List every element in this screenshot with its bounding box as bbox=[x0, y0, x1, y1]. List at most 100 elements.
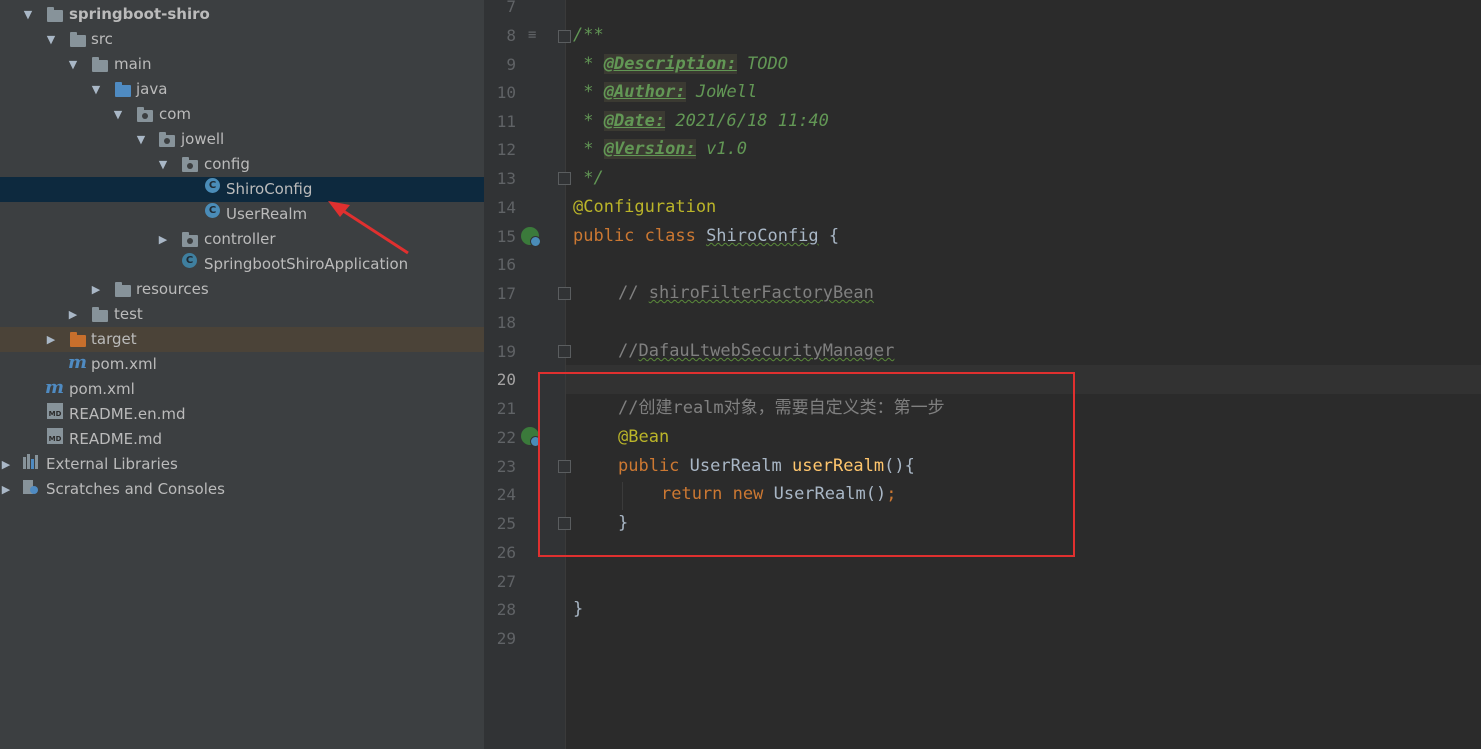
tree-item-pom-xml-src[interactable]: m pom.xml bbox=[0, 352, 484, 377]
code-line-19: //DafauLtwebSecurityManager bbox=[618, 337, 894, 366]
expand-arrow-icon[interactable]: ▼ bbox=[45, 27, 57, 52]
tree-item-scratches[interactable]: ▶ Scratches and Consoles bbox=[0, 477, 484, 502]
doc-tag: @Author: bbox=[603, 82, 686, 102]
tree-item-springboot-shiro[interactable]: ▼ springboot-shiro bbox=[0, 2, 484, 27]
tree-item-label: main bbox=[114, 55, 152, 73]
doc-star: * bbox=[573, 54, 604, 74]
collapse-arrow-icon[interactable]: ▶ bbox=[67, 302, 79, 327]
doc-star: * bbox=[573, 82, 604, 102]
doc-tag: @Version: bbox=[603, 139, 696, 159]
code-line-13: */ bbox=[573, 168, 604, 188]
tree-item-label: README.en.md bbox=[69, 405, 186, 423]
tree-item-pom-xml[interactable]: m pom.xml bbox=[0, 377, 484, 402]
class-icon: C bbox=[205, 178, 220, 193]
spring-bean-icon[interactable] bbox=[521, 427, 541, 447]
resources-folder-icon bbox=[115, 282, 131, 297]
comment-text: shiroFilterFactoryBean bbox=[648, 283, 874, 303]
line-number: 8 bbox=[506, 26, 516, 45]
comment-text: DafauLtwebSecurityManager bbox=[638, 341, 895, 361]
tree-item-readme[interactable]: MD README.md bbox=[0, 427, 484, 452]
tree-item-target[interactable]: ▶ target bbox=[0, 327, 484, 352]
tree-item-label: resources bbox=[136, 280, 209, 298]
code-line-12: * @Version: v1.0 bbox=[573, 135, 747, 164]
fold-icon[interactable] bbox=[558, 287, 571, 300]
line-number: 19 bbox=[496, 342, 516, 361]
collapse-arrow-icon[interactable]: ▶ bbox=[0, 477, 12, 502]
fold-icon[interactable] bbox=[558, 172, 571, 185]
tree-item-resources[interactable]: ▶ resources bbox=[0, 277, 484, 302]
doc-tag: @Description: bbox=[603, 54, 737, 74]
class-name: ShiroConfig bbox=[706, 226, 819, 246]
code-line-9: * @Description: TODO bbox=[573, 50, 788, 79]
collapse-arrow-icon[interactable]: ▶ bbox=[157, 227, 169, 252]
fold-icon[interactable] bbox=[558, 30, 571, 43]
expand-arrow-icon[interactable]: ▼ bbox=[22, 2, 34, 27]
line-number: 16 bbox=[496, 255, 516, 274]
maven-icon: m bbox=[45, 377, 65, 398]
tree-item-test[interactable]: ▶ test bbox=[0, 302, 484, 327]
tree-item-readme-en[interactable]: MD README.en.md bbox=[0, 402, 484, 427]
code-line-15: public class ShiroConfig { bbox=[573, 222, 839, 251]
line-number: 11 bbox=[496, 112, 516, 131]
spring-boot-class-icon: C bbox=[182, 253, 197, 268]
tree-item-com[interactable]: ▼ com bbox=[0, 102, 484, 127]
line-number: 25 bbox=[496, 514, 516, 533]
doc-value: TODO bbox=[736, 54, 788, 74]
line-number: 26 bbox=[496, 543, 516, 562]
scratches-icon bbox=[23, 478, 41, 494]
tree-item-external-libraries[interactable]: ▶ External Libraries bbox=[0, 452, 484, 477]
spring-bean-icon[interactable] bbox=[521, 227, 541, 247]
source-folder-icon bbox=[115, 82, 131, 97]
code-line-28: } bbox=[573, 599, 584, 619]
doc-value: JoWell bbox=[685, 82, 758, 102]
line-number: 15 bbox=[496, 227, 516, 246]
expand-arrow-icon[interactable]: ▼ bbox=[90, 77, 102, 102]
line-number: 13 bbox=[496, 169, 516, 188]
tree-item-label: UserRealm bbox=[226, 205, 308, 223]
annotation-highlight-box bbox=[538, 372, 1075, 557]
line-number: 28 bbox=[496, 600, 516, 619]
folder-icon bbox=[92, 307, 108, 322]
render-doc-icon[interactable]: ≡ bbox=[528, 27, 536, 43]
tree-item-label: config bbox=[204, 155, 250, 173]
expand-arrow-icon[interactable]: ▼ bbox=[135, 127, 147, 152]
tree-item-label: pom.xml bbox=[69, 380, 135, 398]
line-number: 9 bbox=[506, 55, 516, 74]
tree-item-label: pom.xml bbox=[91, 355, 157, 373]
collapse-arrow-icon[interactable]: ▶ bbox=[0, 452, 12, 477]
tree-item-main[interactable]: ▼ main bbox=[0, 52, 484, 77]
line-number: 17 bbox=[496, 284, 516, 303]
line-number: 10 bbox=[496, 83, 516, 102]
collapse-arrow-icon[interactable]: ▶ bbox=[45, 327, 57, 352]
tree-item-label: java bbox=[136, 80, 168, 98]
code-line-8: /** bbox=[573, 25, 604, 45]
line-number: 24 bbox=[496, 485, 516, 504]
tree-item-label: springboot-shiro bbox=[69, 5, 210, 23]
code-line-10: * @Author: JoWell bbox=[573, 78, 757, 107]
package-icon bbox=[182, 157, 198, 172]
comment-prefix: // bbox=[618, 283, 649, 303]
expand-arrow-icon[interactable]: ▼ bbox=[157, 152, 169, 177]
collapse-arrow-icon[interactable]: ▶ bbox=[90, 277, 102, 302]
tree-item-jowell[interactable]: ▼ jowell bbox=[0, 127, 484, 152]
folder-icon bbox=[70, 32, 86, 47]
doc-star: * bbox=[573, 111, 604, 131]
code-line-17: // shiroFilterFactoryBean bbox=[618, 279, 874, 308]
doc-value: v1.0 bbox=[695, 139, 748, 159]
project-tree: ▼ springboot-shiro ▼ src ▼ main ▼ java ▼… bbox=[0, 0, 484, 749]
fold-icon[interactable] bbox=[558, 345, 571, 358]
line-number-current: 20 bbox=[496, 370, 516, 389]
tree-item-java[interactable]: ▼ java bbox=[0, 77, 484, 102]
line-number: 7 bbox=[506, 0, 516, 16]
tree-item-src[interactable]: ▼ src bbox=[0, 27, 484, 52]
tree-item-config[interactable]: ▼ config bbox=[0, 152, 484, 177]
expand-arrow-icon[interactable]: ▼ bbox=[112, 102, 124, 127]
tree-item-label: test bbox=[114, 305, 143, 323]
line-number: 21 bbox=[496, 399, 516, 418]
tree-item-label: External Libraries bbox=[46, 455, 178, 473]
expand-arrow-icon[interactable]: ▼ bbox=[67, 52, 79, 77]
markdown-icon: MD bbox=[47, 428, 63, 444]
line-number: 22 bbox=[496, 428, 516, 447]
tree-item-label: jowell bbox=[181, 130, 225, 148]
code-line-14: @Configuration bbox=[573, 197, 717, 217]
